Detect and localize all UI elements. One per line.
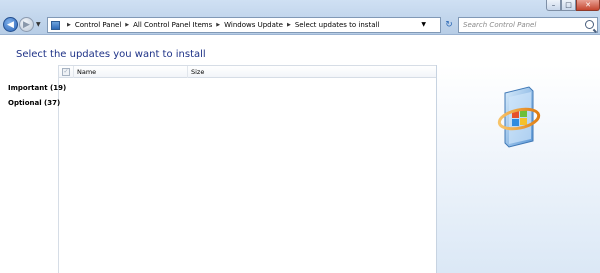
category-optional[interactable]: Optional (37)	[8, 99, 60, 107]
updates-list[interactable]: ✓ Name Size	[59, 65, 436, 273]
breadcrumb-separator-icon[interactable]: ▶	[125, 22, 129, 28]
breadcrumb-windows-update[interactable]: Windows Update	[224, 21, 283, 29]
maximize-button[interactable]: □	[561, 0, 576, 11]
search-input[interactable]: Search Control Panel	[458, 17, 598, 33]
column-size[interactable]: Size	[191, 68, 204, 76]
details-pane	[436, 65, 600, 273]
category-important[interactable]: Important (19)	[8, 84, 66, 92]
search-icon[interactable]	[585, 20, 594, 29]
refresh-button[interactable]: ↻	[443, 19, 455, 31]
control-panel-icon	[51, 20, 60, 30]
breadcrumb-control-panel[interactable]: Control Panel	[75, 21, 121, 29]
page-title: Select the updates you want to install	[16, 49, 206, 60]
breadcrumb-select-updates[interactable]: Select updates to install	[295, 21, 380, 29]
column-header: ✓ Name Size	[59, 66, 436, 78]
navigation-buttons: ◀ ▶ ▼	[3, 17, 41, 32]
breadcrumb-all-items[interactable]: All Control Panel Items	[133, 21, 212, 29]
category-pane: Important (19) Optional (37)	[0, 65, 66, 273]
forward-button[interactable]: ▶	[19, 17, 34, 32]
window-controls: – □ ✕	[546, 0, 600, 12]
minimize-button[interactable]: –	[546, 0, 561, 11]
back-button[interactable]: ◀	[3, 17, 18, 32]
close-button[interactable]: ✕	[576, 0, 600, 11]
address-dropdown-icon[interactable]: ▼	[421, 21, 426, 28]
window-chrome: – □ ✕ ◀ ▶ ▼ ▶ Control Panel ▶ All Contro…	[0, 0, 600, 35]
breadcrumb-separator-icon[interactable]: ▶	[216, 22, 220, 28]
select-all-checkbox[interactable]: ✓	[62, 68, 70, 76]
breadcrumb-separator-icon[interactable]: ▶	[67, 22, 71, 28]
column-divider[interactable]	[187, 66, 188, 78]
address-bar[interactable]: ▶ Control Panel ▶ All Control Panel Item…	[47, 17, 441, 33]
windows-update-icon	[497, 86, 541, 148]
column-name[interactable]: Name	[77, 68, 96, 76]
column-divider[interactable]	[73, 66, 74, 78]
breadcrumb-separator-icon[interactable]: ▶	[287, 22, 291, 28]
history-dropdown-icon[interactable]: ▼	[36, 21, 41, 28]
